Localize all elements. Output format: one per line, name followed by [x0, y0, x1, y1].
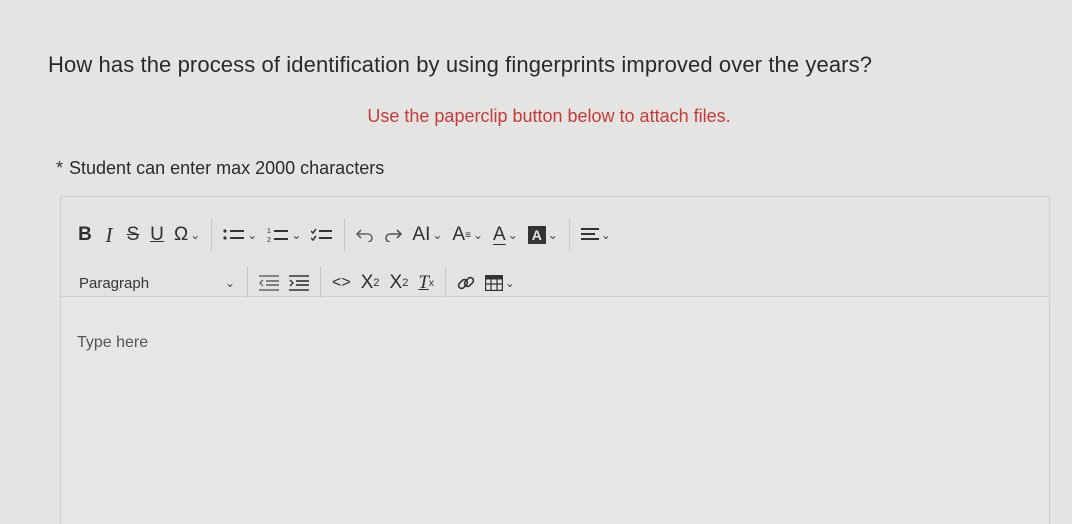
background-color-button[interactable]: A ⌄	[523, 220, 563, 250]
font-size-button[interactable]: A ≡ ⌄	[447, 220, 488, 250]
link-button[interactable]	[452, 268, 480, 298]
undo-button[interactable]	[351, 220, 379, 250]
chevron-down-icon: ⌄	[504, 276, 515, 290]
code-button[interactable]: <>	[327, 268, 356, 298]
char-limit-text: Student can enter max 2000 characters	[69, 158, 385, 178]
table-icon	[484, 275, 503, 291]
numbered-list-icon: 12	[267, 228, 289, 244]
question-text: How has the process of identification by…	[48, 52, 873, 77]
bold-button[interactable]: B	[73, 220, 97, 250]
superscript-button[interactable]: X2	[385, 268, 414, 298]
svg-text:2: 2	[267, 237, 271, 244]
attach-hint: Use the paperclip button below to attach…	[367, 106, 731, 126]
align-button[interactable]: ⌄	[576, 220, 616, 250]
font-color-button[interactable]: A ⌄	[488, 220, 523, 250]
checklist-icon	[311, 228, 333, 242]
link-icon	[457, 276, 475, 290]
strikethrough-button[interactable]: S	[121, 220, 145, 250]
toolbar-divider	[211, 218, 213, 252]
align-icon	[580, 228, 599, 240]
paragraph-format-label: Paragraph	[79, 274, 150, 292]
paragraph-format-select[interactable]: Paragraph ⌄	[73, 268, 241, 298]
numbered-list-button[interactable]: 12 ⌄	[262, 220, 306, 250]
toolbar-divider	[444, 266, 446, 300]
outdent-button[interactable]	[254, 268, 284, 298]
toolbar-row-1: B I S U Ω ⌄ ⌄ 12 ⌄ AI ⌄ A ≡ ⌄ A ⌄ A ⌄ ⌄	[73, 215, 616, 255]
toolbar-divider	[568, 218, 570, 252]
background-color-icon: A	[527, 226, 546, 244]
superscript-icon: X	[389, 272, 403, 293]
bullet-list-button[interactable]: ⌄	[218, 220, 262, 250]
toolbar-divider	[320, 266, 321, 300]
subscript-button[interactable]: X2	[356, 268, 385, 298]
chevron-down-icon: ⌄	[507, 228, 518, 242]
italic-button[interactable]: I	[97, 220, 121, 250]
subscript-icon: X	[360, 272, 374, 293]
redo-icon	[385, 229, 403, 242]
chevron-down-icon: ⌄	[291, 228, 302, 242]
redo-button[interactable]	[379, 220, 407, 250]
svg-text:1: 1	[267, 228, 271, 235]
table-button[interactable]: ⌄	[480, 268, 520, 298]
toolbar-row-2: Paragraph ⌄ <> X2 X2 Tx ⌄	[73, 263, 520, 303]
editor-content-area[interactable]: Type here	[61, 298, 1049, 524]
font-size-lines-icon: ≡	[465, 229, 471, 241]
superscript-number: 2	[402, 277, 409, 289]
chevron-down-icon: ⌄	[600, 228, 611, 242]
rich-text-editor: B I S U Ω ⌄ ⌄ 12 ⌄ AI ⌄ A ≡ ⌄ A ⌄ A ⌄ ⌄ …	[60, 196, 1050, 524]
ai-label: AI	[412, 224, 431, 245]
toolbar-divider	[247, 266, 248, 300]
ai-assist-button[interactable]: AI ⌄	[407, 220, 447, 250]
font-size-icon: A	[452, 224, 466, 245]
font-color-icon: A	[493, 224, 506, 245]
subscript-number: 2	[373, 277, 380, 289]
indent-button[interactable]	[284, 268, 314, 298]
underline-button[interactable]: U	[145, 220, 169, 250]
editor-toolbar: B I S U Ω ⌄ ⌄ 12 ⌄ AI ⌄ A ≡ ⌄ A ⌄ A ⌄ ⌄ …	[61, 197, 1049, 300]
clear-format-button[interactable]: Tx	[413, 268, 439, 298]
checklist-button[interactable]	[306, 220, 338, 250]
omega-icon: Ω	[174, 224, 189, 245]
outdent-icon	[259, 275, 279, 291]
chevron-down-icon: ⌄	[224, 276, 235, 290]
indent-icon	[289, 275, 309, 291]
chevron-down-icon: ⌄	[190, 228, 201, 242]
required-asterisk: *	[56, 158, 64, 178]
special-char-button[interactable]: Ω ⌄	[169, 220, 205, 250]
undo-icon	[356, 229, 374, 242]
chevron-down-icon: ⌄	[547, 228, 558, 242]
bullet-list-icon	[223, 229, 245, 240]
chevron-down-icon: ⌄	[472, 228, 484, 242]
editor-placeholder: Type here	[77, 334, 149, 351]
clear-format-icon: T	[418, 272, 429, 293]
char-limit-note: * Student can enter max 2000 characters	[56, 158, 384, 179]
clear-format-x: x	[428, 277, 434, 289]
toolbar-divider	[344, 218, 346, 252]
chevron-down-icon: ⌄	[432, 228, 443, 242]
chevron-down-icon: ⌄	[247, 228, 258, 242]
